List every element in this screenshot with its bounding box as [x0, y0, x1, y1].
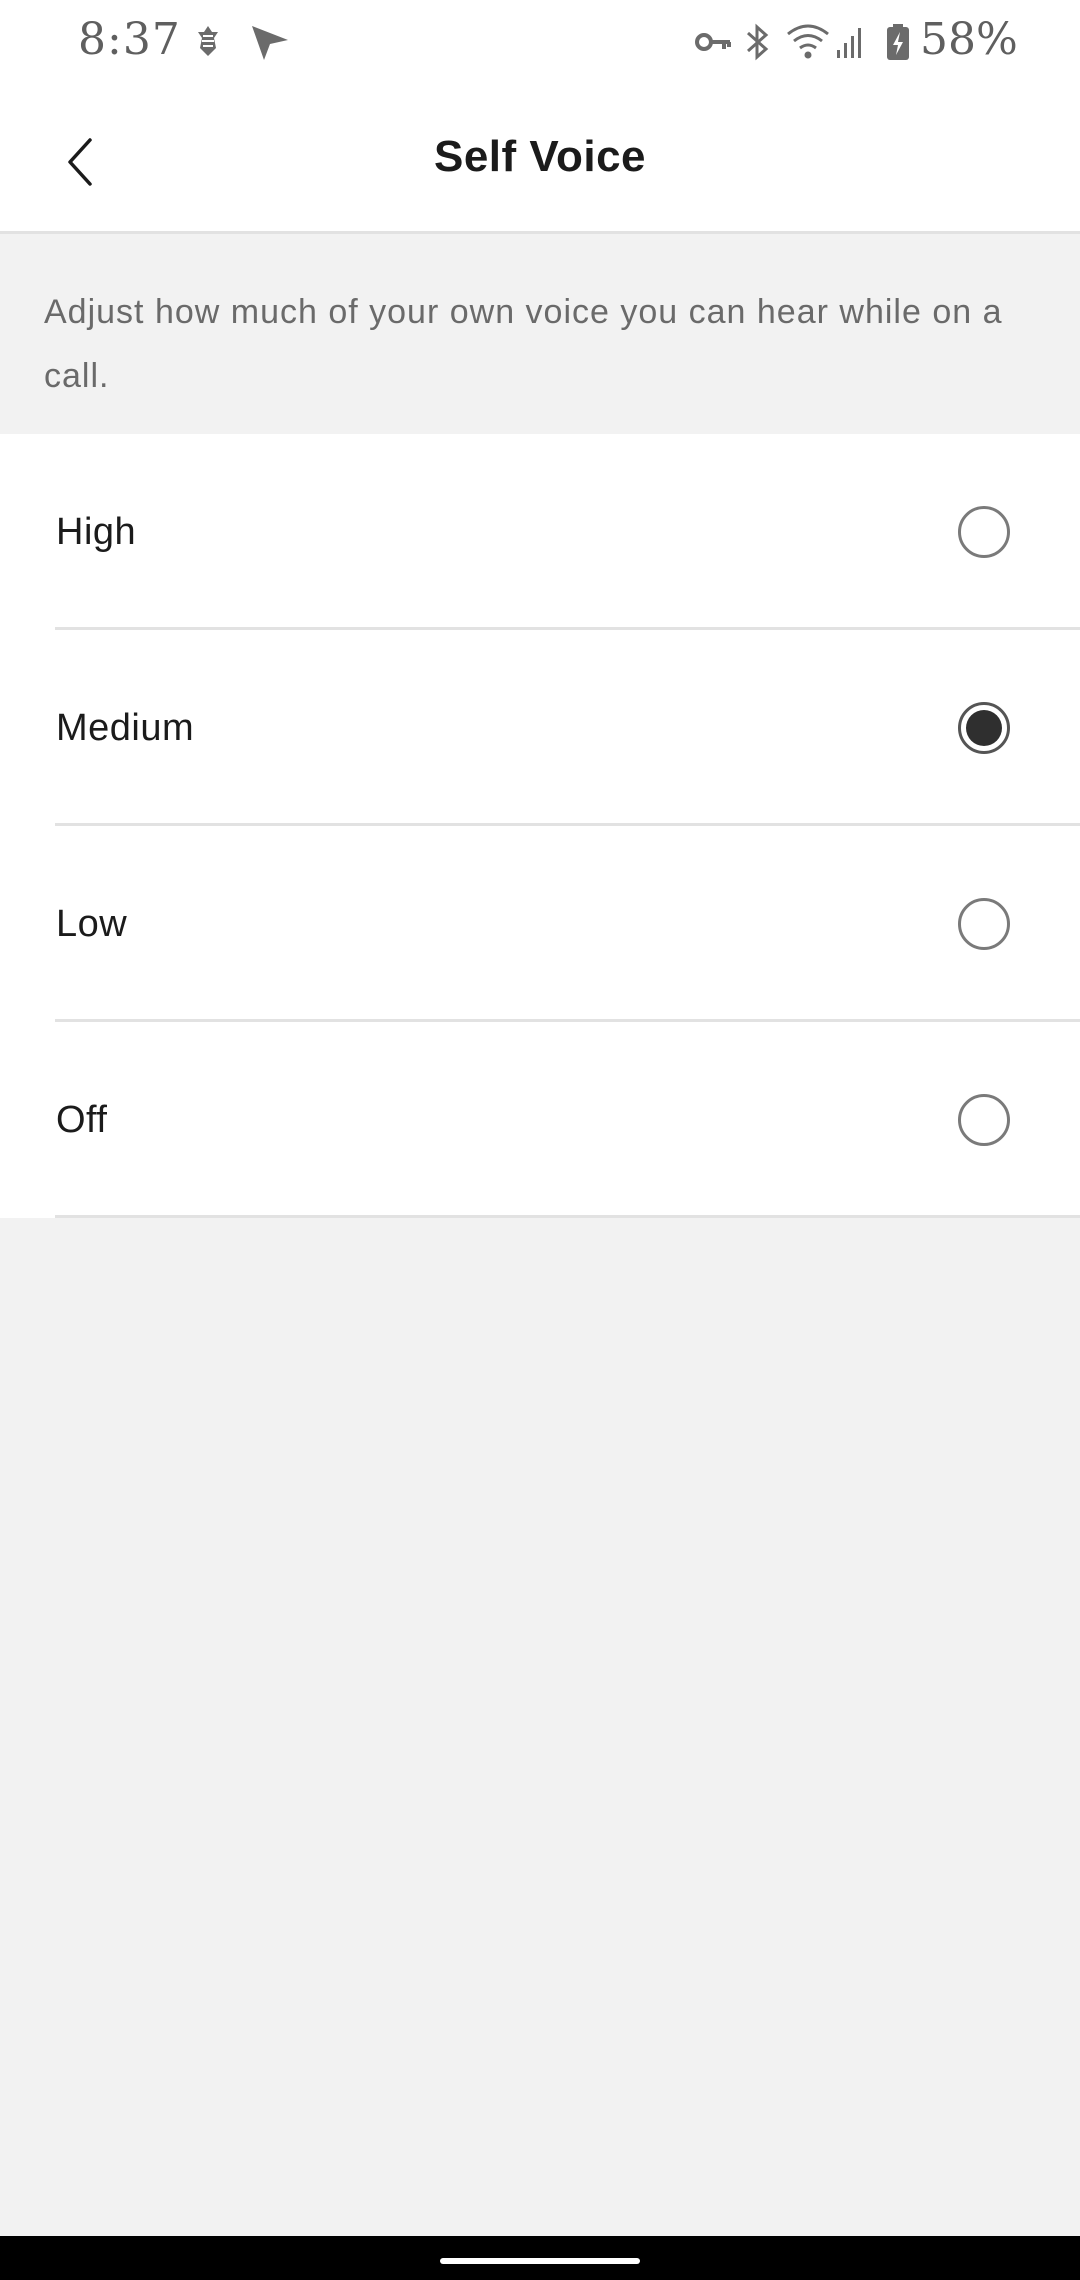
status-time: 8:37: [78, 14, 181, 65]
navigation-bar: [0, 2236, 1080, 2280]
option-label: Off: [56, 1099, 108, 1141]
description-text: Adjust how much of your own voice you ca…: [0, 234, 1080, 434]
option-off[interactable]: Off: [0, 1022, 1080, 1218]
radio-button[interactable]: [958, 898, 1010, 950]
app-notification-icon: [194, 22, 222, 67]
option-label: Low: [56, 903, 128, 945]
radio-button[interactable]: [958, 506, 1010, 558]
location-arrow-icon: [250, 22, 290, 67]
option-high[interactable]: High: [0, 434, 1080, 630]
app-bar: Self Voice: [0, 84, 1080, 234]
battery-charging-icon: [886, 22, 910, 67]
radio-button[interactable]: [958, 1094, 1010, 1146]
radio-button[interactable]: [958, 702, 1010, 754]
bluetooth-icon: [744, 22, 772, 67]
home-indicator[interactable]: [440, 2258, 640, 2264]
wifi-icon: [786, 22, 830, 67]
signal-icon: [836, 22, 866, 67]
page-title: Self Voice: [433, 132, 647, 181]
option-medium[interactable]: Medium: [0, 630, 1080, 826]
option-label: High: [56, 511, 137, 553]
self-voice-options: High Medium Low Off: [0, 434, 1080, 1218]
option-low[interactable]: Low: [0, 826, 1080, 1022]
battery-percentage: 58%: [920, 14, 1018, 65]
status-bar: 8:37 58%: [0, 0, 1080, 84]
vpn-key-icon: [694, 22, 732, 67]
option-label: Medium: [56, 707, 195, 749]
